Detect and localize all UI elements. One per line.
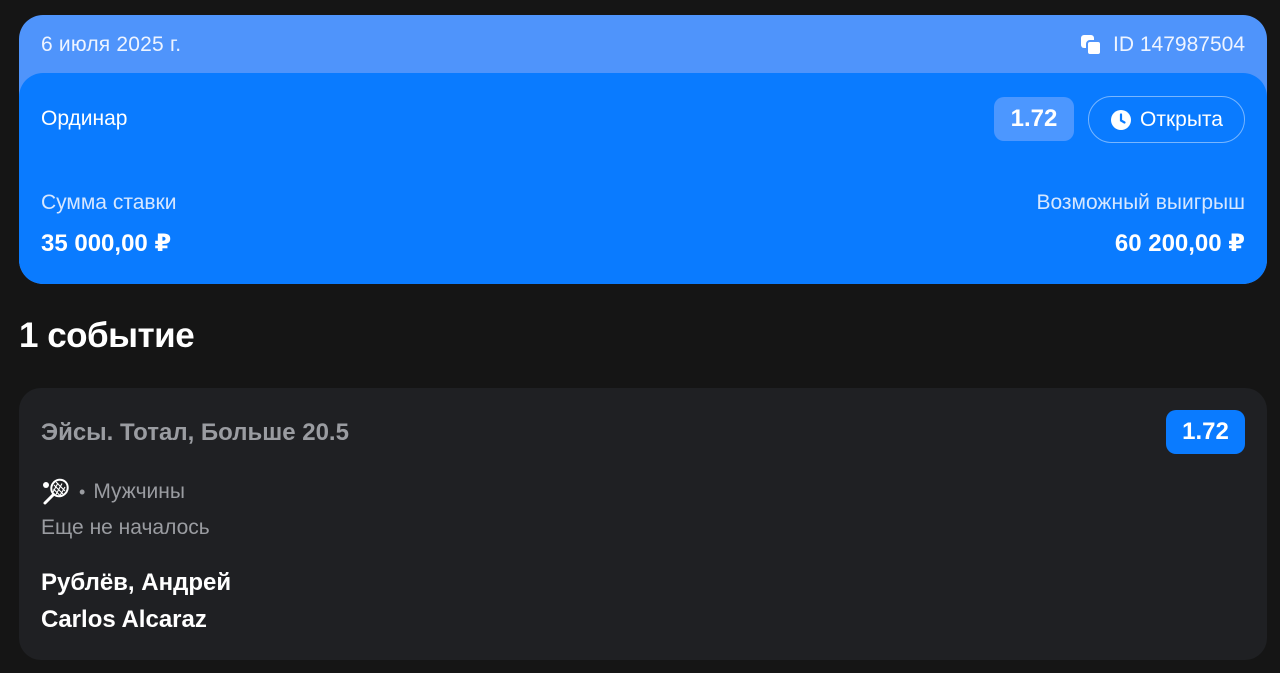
stake-value: 35 000,00 ₽: [41, 230, 172, 257]
event-market: Эйсы. Тотал, Больше 20.5: [41, 419, 349, 446]
event-card[interactable]: Эйсы. Тотал, Больше 20.5 1.72 • Мужчины …: [19, 388, 1267, 660]
bet-id-text: ID 147987504: [1113, 33, 1245, 56]
bet-type: Ординар: [41, 107, 128, 130]
separator-dot: •: [79, 481, 86, 502]
bet-status-badge: Открыта: [1088, 96, 1245, 143]
event-category: Мужчины: [93, 480, 185, 503]
clock-icon: [1110, 109, 1132, 131]
bet-date: 6 июля 2025 г.: [41, 33, 182, 56]
event-coefficient-badge: 1.72: [1166, 410, 1245, 454]
possible-win-value: 60 200,00 ₽: [1114, 230, 1245, 257]
player-one: Рублёв, Андрей: [41, 569, 232, 596]
bet-coefficient-badge: 1.72: [994, 97, 1074, 141]
bet-status-label: Открыта: [1140, 107, 1223, 131]
event-status: Еще не началось: [41, 516, 210, 539]
tennis-racket-icon: [41, 477, 71, 507]
event-sport-row: • Мужчины: [41, 476, 185, 508]
bet-id-copy[interactable]: ID 147987504: [1079, 33, 1245, 57]
events-heading: 1 событие: [19, 316, 195, 355]
bet-header: 6 июля 2025 г. ID 147987504: [19, 15, 1267, 75]
possible-win-label: Возможный выигрыш: [1036, 191, 1245, 214]
bet-card: 6 июля 2025 г. ID 147987504 Ординар 1.72…: [19, 15, 1267, 284]
stake-label: Сумма ставки: [41, 191, 177, 214]
copy-icon[interactable]: [1079, 33, 1103, 57]
player-two: Carlos Alcaraz: [41, 606, 207, 633]
bet-summary: Ординар 1.72 Открыта Сумма ставки 35 000…: [19, 73, 1267, 284]
